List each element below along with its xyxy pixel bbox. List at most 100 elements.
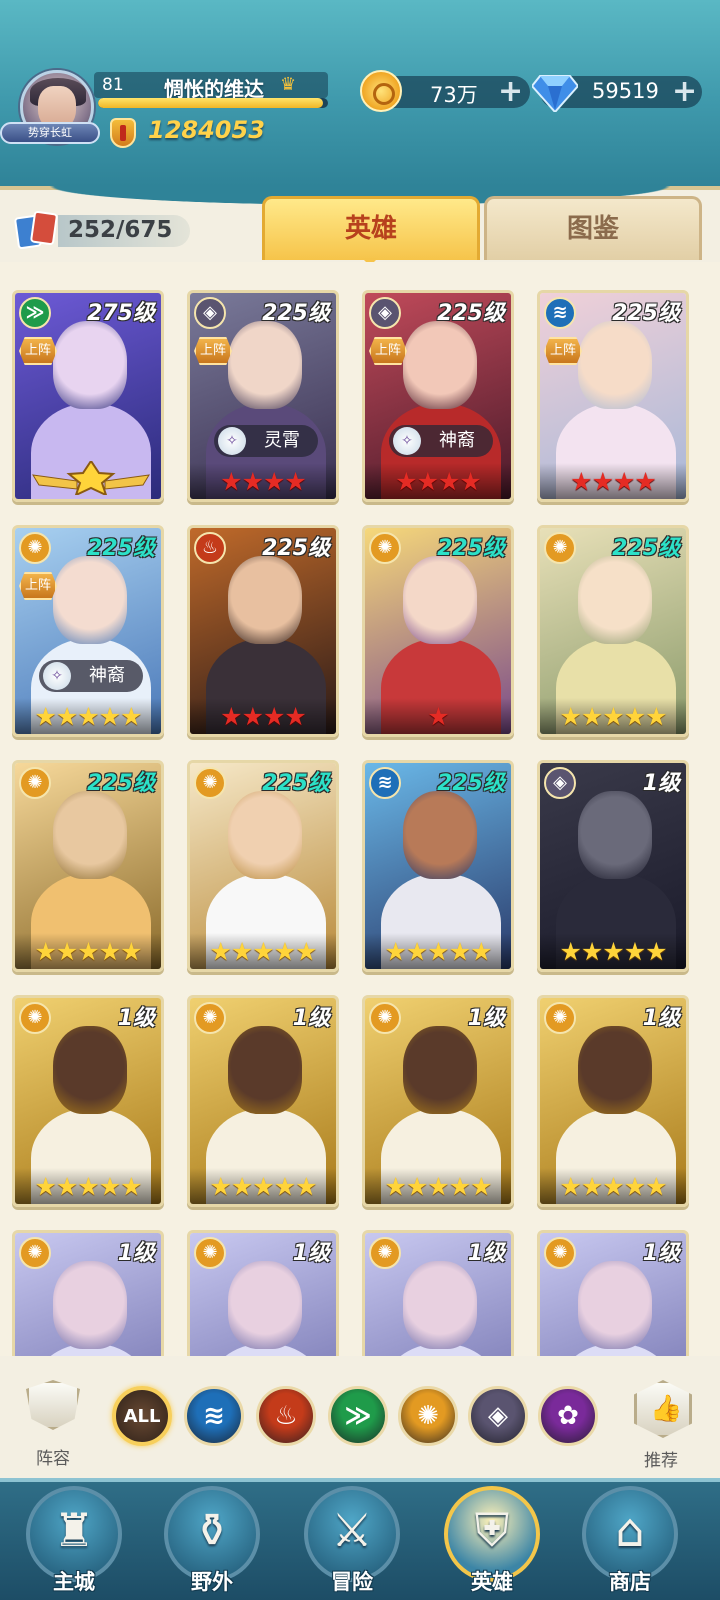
hero-card[interactable]: ✺ 1级 ★★★★★ bbox=[187, 995, 339, 1207]
hero-face bbox=[53, 321, 127, 409]
crown-icon: ♛ bbox=[280, 74, 297, 95]
add-gem-button[interactable]: + bbox=[672, 77, 697, 107]
hero-card[interactable]: ◈ 1级 ★★★★★ bbox=[537, 760, 689, 972]
nav-heroes-button[interactable]: ⛨ 英雄 bbox=[442, 1486, 542, 1594]
hero-face bbox=[228, 1261, 302, 1349]
hero-card[interactable]: ✺ 1级 ★★★★★ bbox=[362, 995, 514, 1207]
hero-card[interactable]: ♨ 225级 ★★★★ bbox=[187, 525, 339, 737]
faction-emblem-icon: ✧ bbox=[43, 662, 71, 690]
hero-card[interactable]: ✺ 1级 bbox=[362, 1230, 514, 1356]
hero-face bbox=[228, 321, 302, 409]
hero-card[interactable]: ◈ 225级上阵 ✧ 灵霄 ★★★★ bbox=[187, 290, 339, 502]
hero-level: 1级 bbox=[117, 1006, 155, 1031]
hero-face bbox=[578, 791, 652, 879]
light-element-icon: ✺ bbox=[417, 1401, 439, 1431]
deployed-badge: 上阵 bbox=[194, 337, 232, 365]
light-element-icon: ✺ bbox=[369, 1237, 401, 1269]
hero-level: 225级 bbox=[437, 771, 505, 796]
recommend-label: 推荐 bbox=[644, 1451, 678, 1471]
hero-card[interactable]: ≋ 225级 ★★★★★ bbox=[362, 760, 514, 972]
water-element-icon: ≋ bbox=[544, 297, 576, 329]
hero-card[interactable]: ✺ 1级 ★★★★★ bbox=[12, 995, 164, 1207]
hero-card[interactable]: ≫ 275级 上阵 bbox=[12, 290, 164, 502]
portal-icon: ⚱ bbox=[192, 1503, 232, 1557]
tab-heroes[interactable]: 英雄 bbox=[262, 196, 480, 260]
hero-star-rating: ★★★★★ bbox=[190, 933, 336, 969]
lineup-button[interactable] bbox=[20, 1380, 86, 1446]
hero-card[interactable]: ✺ 1级 bbox=[187, 1230, 339, 1356]
nav-shop-button[interactable]: ⌂ 商店 bbox=[580, 1486, 680, 1594]
hero-face bbox=[403, 556, 477, 644]
filter-fire-button[interactable]: ♨ bbox=[256, 1386, 316, 1446]
hero-card[interactable]: ✺ 1级 bbox=[537, 1230, 689, 1356]
nav-label: 野外 bbox=[191, 1570, 233, 1594]
hero-card[interactable]: ✺ 1级 ★★★★★ bbox=[537, 995, 689, 1207]
thumbs-up-icon: 👍 bbox=[650, 1394, 683, 1424]
hero-face bbox=[53, 1261, 127, 1349]
nav-wild-button[interactable]: ⚱ 野外 bbox=[162, 1486, 262, 1594]
filter-all-button[interactable]: ALL bbox=[112, 1386, 172, 1446]
hero-level: 225级 bbox=[612, 301, 680, 326]
nav-city-button[interactable]: ♜ 主城 bbox=[24, 1486, 124, 1594]
hero-card[interactable]: ✺ 225级 ★ bbox=[362, 525, 514, 737]
hero-star-rating: ★★★★ bbox=[190, 463, 336, 499]
light-element-icon: ✺ bbox=[544, 532, 576, 564]
hero-card[interactable]: ≋ 225级 上阵 ★★★★ bbox=[537, 290, 689, 502]
hero-face bbox=[403, 1026, 477, 1114]
player-title-badge: 势穿长虹 bbox=[0, 122, 100, 144]
faction-emblem-icon: ✧ bbox=[218, 427, 246, 455]
light-element-icon: ✺ bbox=[544, 1237, 576, 1269]
void-element-icon: ✿ bbox=[557, 1401, 579, 1431]
hero-face bbox=[228, 1026, 302, 1114]
hero-face bbox=[53, 556, 127, 644]
hero-faction-tag: ✧ 神裔 bbox=[39, 660, 143, 692]
light-element-icon: ✺ bbox=[194, 1002, 226, 1034]
nav-adventure-button[interactable]: ⚔ 冒险 bbox=[302, 1486, 402, 1594]
nav-label: 冒险 bbox=[331, 1570, 373, 1594]
hero-face bbox=[403, 321, 477, 409]
shadow-element-icon: ◈ bbox=[194, 297, 226, 329]
hero-level: 225级 bbox=[437, 536, 505, 561]
hero-face bbox=[228, 556, 302, 644]
shadow-element-icon: ◈ bbox=[544, 767, 576, 799]
hero-face bbox=[403, 1261, 477, 1349]
filter-light-button[interactable]: ✺ bbox=[398, 1386, 458, 1446]
hero-star-rating: ★★★★★ bbox=[15, 933, 161, 969]
combat-power-icon bbox=[110, 118, 136, 148]
hero-faction-tag: ✧ 灵霄 bbox=[214, 425, 318, 457]
filter-void-button[interactable]: ✿ bbox=[538, 1386, 598, 1446]
hero-card[interactable]: ✺ 225级 ★★★★★ bbox=[537, 525, 689, 737]
hero-level: 225级 bbox=[262, 301, 330, 326]
xp-bar-fill bbox=[98, 98, 324, 108]
gold-value: 73万 bbox=[430, 83, 478, 107]
add-gold-button[interactable]: + bbox=[498, 77, 523, 107]
deployed-badge: 上阵 bbox=[19, 337, 57, 365]
gem-value: 59519 bbox=[592, 79, 659, 103]
light-element-icon: ✺ bbox=[544, 1002, 576, 1034]
hero-card[interactable]: ✺ 225级 ★★★★★ bbox=[12, 760, 164, 972]
hero-card[interactable]: ◈ 225级 上阵 ✧ 神裔 ★★★★ bbox=[362, 290, 514, 502]
shadow-element-icon: ◈ bbox=[488, 1401, 508, 1431]
filter-wind-button[interactable]: ≫ bbox=[328, 1386, 388, 1446]
hero-star-rating: ★★★★★ bbox=[540, 698, 686, 734]
knight-helmet-icon: ⛨ bbox=[474, 1503, 510, 1557]
hero-card[interactable]: ✺ 1级 bbox=[12, 1230, 164, 1356]
diamond-icon bbox=[532, 75, 578, 112]
shop-icon: ⌂ bbox=[615, 1503, 645, 1557]
filter-shadow-button[interactable]: ◈ bbox=[468, 1386, 528, 1446]
filter-water-button[interactable]: ≋ bbox=[184, 1386, 244, 1446]
combat-power-value: 1284053 bbox=[148, 116, 265, 144]
tab-handbook[interactable]: 图鉴 bbox=[484, 196, 702, 260]
hero-star-rating: ★★★★★ bbox=[15, 698, 161, 734]
deployed-badge: 上阵 bbox=[369, 337, 407, 365]
hero-level: 225级 bbox=[262, 536, 330, 561]
hero-face bbox=[578, 321, 652, 409]
hero-faction-label: 神裔 bbox=[89, 665, 125, 686]
hero-card[interactable]: ✺ 225级 上阵 ✧ 神裔 ★★★★★ bbox=[12, 525, 164, 737]
player-level: 81 bbox=[102, 75, 124, 95]
hero-faction-tag: ✧ 神裔 bbox=[389, 425, 493, 457]
fire-element-icon: ♨ bbox=[194, 532, 226, 564]
hero-star-rating: ★ bbox=[365, 698, 511, 734]
hero-card[interactable]: ✺ 225级 ★★★★★ bbox=[187, 760, 339, 972]
hero-face bbox=[53, 791, 127, 879]
